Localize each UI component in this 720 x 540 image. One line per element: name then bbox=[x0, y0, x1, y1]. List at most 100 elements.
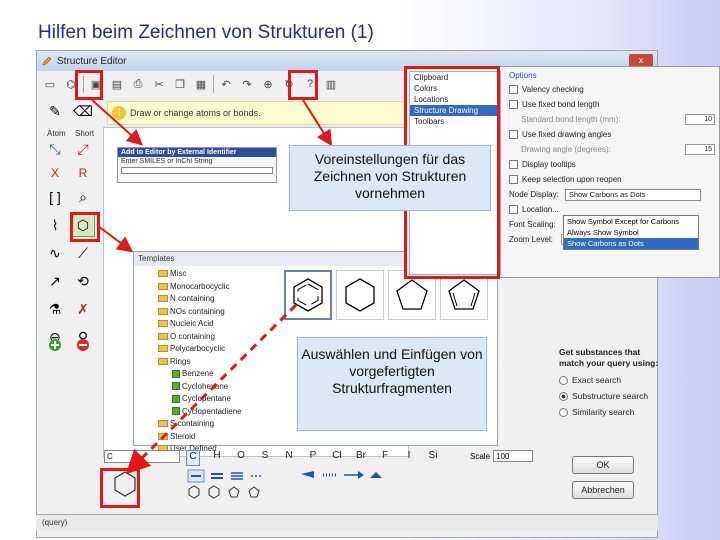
checkbox[interactable] bbox=[509, 175, 518, 184]
template-tree-item[interactable]: Polycarbocyclic bbox=[136, 343, 276, 356]
options-icon[interactable]: ▥ bbox=[322, 75, 340, 93]
dropdown-option[interactable]: Always Show Symbol bbox=[564, 227, 698, 238]
option-label: Display tooltips bbox=[522, 160, 576, 169]
checkbox[interactable] bbox=[509, 85, 518, 94]
shortcut-tool-icon[interactable]: ⤢ bbox=[71, 137, 95, 161]
new-icon[interactable]: ▭ bbox=[41, 75, 59, 93]
arrow-bond-icon bbox=[344, 471, 364, 479]
benzene-template[interactable] bbox=[284, 270, 332, 320]
tree-item-label: Polycarbocyclic bbox=[170, 344, 226, 353]
zoom-icon[interactable]: ⊕ bbox=[259, 75, 277, 93]
atom-input[interactable]: C bbox=[104, 450, 180, 463]
ok-button[interactable]: OK bbox=[572, 456, 634, 474]
checkbox[interactable] bbox=[509, 100, 518, 109]
chain-icon[interactable]: ⟋ bbox=[71, 241, 95, 265]
delete-tool-icon[interactable]: ✗ bbox=[71, 297, 95, 321]
double-bond-icon bbox=[211, 473, 223, 479]
element-button[interactable]: P bbox=[306, 450, 320, 466]
lasso-icon[interactable]: ⌇ bbox=[43, 213, 67, 237]
ring-icon bbox=[248, 486, 260, 498]
element-button[interactable]: Br bbox=[354, 450, 368, 466]
identifier-input[interactable] bbox=[121, 167, 273, 174]
template-tree-item[interactable]: Cyclopentadiene bbox=[136, 406, 276, 419]
element-button[interactable]: C bbox=[186, 450, 200, 466]
element-button[interactable]: Cl bbox=[330, 450, 344, 466]
radio-icon[interactable] bbox=[559, 376, 568, 385]
eraser-icon[interactable]: ⌫ bbox=[71, 99, 95, 123]
template-tree-item[interactable]: N containing bbox=[136, 293, 276, 306]
option-label: Standard bond length (mm): bbox=[521, 115, 621, 124]
template-tree-item[interactable]: NOs containing bbox=[136, 306, 276, 319]
search-option-exact[interactable]: Exact search bbox=[559, 375, 659, 385]
info-text: Draw or change atoms or bonds. bbox=[130, 108, 261, 118]
x-atom-tool[interactable]: X bbox=[43, 161, 67, 185]
wave-bond-icon[interactable]: ∿ bbox=[43, 241, 67, 265]
radio-icon[interactable] bbox=[559, 392, 568, 401]
template-tree-item[interactable]: S containing bbox=[136, 418, 276, 431]
option-label: Use fixed bond length bbox=[522, 100, 600, 109]
element-button[interactable]: F bbox=[378, 450, 392, 466]
print-icon[interactable]: ⎙ bbox=[129, 75, 147, 93]
element-button[interactable]: N bbox=[282, 450, 296, 466]
save-icon[interactable]: ▤ bbox=[108, 75, 126, 93]
element-button[interactable]: O bbox=[234, 450, 248, 466]
element-button[interactable]: I bbox=[402, 450, 416, 466]
rotate-icon[interactable]: ⟲ bbox=[71, 269, 95, 293]
folder-icon bbox=[158, 357, 168, 365]
minus-charge-icon[interactable] bbox=[71, 333, 95, 357]
hexagon-template-icon[interactable] bbox=[112, 468, 138, 504]
checkbox[interactable] bbox=[509, 130, 518, 139]
element-button[interactable]: H bbox=[210, 450, 224, 466]
checkbox[interactable] bbox=[509, 205, 518, 214]
font-scaling-label: Font Scaling: bbox=[509, 220, 556, 229]
radio-icon[interactable] bbox=[559, 408, 568, 417]
template-tree-item[interactable]: O containing bbox=[136, 331, 276, 344]
single-bond-icon bbox=[187, 469, 205, 483]
scale-control: Scale 100 bbox=[470, 450, 534, 462]
cancel-button[interactable]: Abbrechen bbox=[572, 481, 634, 499]
element-button[interactable]: S bbox=[258, 450, 272, 466]
folder-icon bbox=[158, 432, 168, 440]
pencil-icon[interactable]: ✎ bbox=[43, 99, 67, 123]
magnify-icon[interactable]: ⌕ bbox=[71, 185, 95, 209]
undo-icon[interactable]: ↶ bbox=[217, 75, 235, 93]
paste-icon[interactable]: ▦ bbox=[192, 75, 210, 93]
template-tree-item[interactable]: Misc bbox=[136, 268, 276, 281]
r-group-tool[interactable]: R bbox=[71, 161, 95, 185]
external-identifier-panel: Add to Editor by External Identifier Ent… bbox=[117, 147, 277, 183]
template-tree-item[interactable]: Rings bbox=[136, 356, 276, 369]
bracket-icon[interactable]: [ ] bbox=[43, 185, 67, 209]
dropdown-option[interactable]: Show Carbons as Dots bbox=[564, 238, 698, 249]
copy-icon[interactable]: ❐ bbox=[171, 75, 189, 93]
search-option-similarity[interactable]: Similarity search bbox=[559, 407, 659, 417]
template-tree-item[interactable]: Monocarbocyclic bbox=[136, 281, 276, 294]
zoom-label: Zoom Level: bbox=[509, 235, 554, 244]
checkbox-icon bbox=[172, 407, 180, 416]
element-button[interactable]: Si bbox=[426, 450, 440, 466]
option-spinner[interactable]: 15 bbox=[685, 144, 715, 155]
cyclohexane-template[interactable] bbox=[336, 270, 384, 320]
dropdown-option[interactable]: Show Symbol Except for Carbons bbox=[564, 216, 698, 227]
template-tree-item[interactable]: Benzene bbox=[136, 368, 276, 381]
redo-icon[interactable]: ↷ bbox=[238, 75, 256, 93]
arrow-icon[interactable]: ↗ bbox=[43, 269, 67, 293]
template-tree-item[interactable]: Nucleic Acid bbox=[136, 318, 276, 331]
window-title: Structure Editor bbox=[57, 55, 127, 67]
plus-charge-icon[interactable] bbox=[43, 333, 67, 357]
flask-icon[interactable]: ⚗ bbox=[43, 297, 67, 321]
template-tree-item[interactable]: Cyclohexane bbox=[136, 381, 276, 394]
tree-item-label: Misc bbox=[170, 269, 187, 278]
atom-tool-icon[interactable]: ⤡ bbox=[43, 137, 67, 161]
pencil-icon bbox=[42, 56, 52, 66]
template-tree-item[interactable]: Steroid bbox=[136, 431, 276, 444]
search-option-substructure[interactable]: Substructure search bbox=[559, 391, 659, 401]
option-spinner[interactable]: 10 bbox=[685, 114, 715, 125]
option-row: Keep selection upon reopen bbox=[509, 172, 715, 187]
scale-input[interactable]: 100 bbox=[493, 450, 534, 462]
checkbox[interactable] bbox=[509, 160, 518, 169]
cut-icon[interactable]: ✂ bbox=[150, 75, 168, 93]
template-tree-item[interactable]: Cyclopentane bbox=[136, 393, 276, 406]
info-bar: ! Draw or change atoms or bonds. bbox=[107, 101, 407, 125]
node-display-dropdown[interactable]: Show Carbons as Dots bbox=[564, 188, 701, 201]
tree-item-label: Steroid bbox=[170, 431, 196, 441]
